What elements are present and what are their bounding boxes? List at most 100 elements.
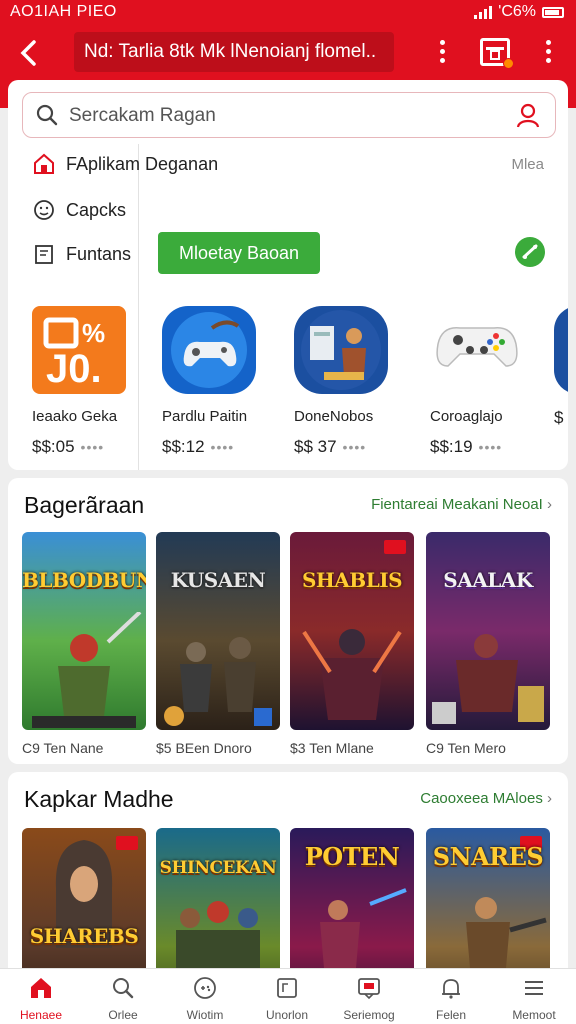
apps-card: Sercakam Ragan FAplikam Deganan Capcks F…	[8, 80, 568, 470]
tab-home[interactable]: Henaee	[0, 969, 82, 1024]
game-cover-title: SNARES	[432, 842, 544, 871]
featured-section: Bagerãraan Fientareai Meakani NeoaI › BL…	[8, 478, 568, 764]
more-link[interactable]: Mlea	[511, 156, 544, 173]
smile-icon	[34, 200, 54, 220]
home-icon	[34, 153, 54, 174]
status-time: AO1IAH PIEO	[10, 3, 117, 20]
app-name: Ieaako Geka	[32, 408, 118, 425]
warrior-art	[32, 612, 142, 728]
soldiers-art	[164, 637, 272, 726]
search-bar[interactable]: Sercakam Ragan	[22, 92, 556, 138]
overflow-menu-icon[interactable]	[544, 40, 552, 66]
app-item-partial[interactable]: $	[554, 306, 568, 428]
battle-art	[432, 634, 544, 724]
sidebar-item-home[interactable]: FAplikam Deganan	[32, 152, 218, 176]
partial-app-icon	[554, 306, 568, 394]
tab-label: Unorlon	[265, 1008, 309, 1022]
app-item[interactable]: Coroaglajo $$:19 ••••	[430, 306, 548, 457]
app-item[interactable]: DoneNobos $$ 37 ••••	[294, 306, 412, 457]
game-meta: C9 Ten Mero	[426, 740, 506, 756]
tab-label: Seriemog	[343, 1008, 395, 1022]
tab-notifications[interactable]: Felen	[410, 969, 492, 1024]
section-title: Kapkar Madhe	[24, 786, 174, 812]
game-card[interactable]: SHABLIS $3 Ten Mlane	[290, 532, 414, 756]
document-icon	[35, 245, 53, 264]
tab-label: Memoot	[512, 1008, 556, 1022]
svg-text:J0.: J0.	[46, 347, 102, 391]
svg-text:%: %	[82, 318, 105, 348]
search-input[interactable]: Sercakam Ragan	[69, 93, 216, 139]
tab-label: Henaee	[19, 1008, 63, 1022]
adventure-app-icon	[294, 306, 388, 394]
app-item[interactable]: % J0. Ieaako Geka $$:05 ••••	[32, 306, 150, 457]
folder-icon	[277, 978, 297, 998]
status-icons: 'C6%	[474, 3, 564, 21]
signal-icon	[474, 5, 493, 19]
controller-app-icon	[430, 306, 524, 394]
gamepad-app-icon	[162, 306, 256, 394]
tab-library[interactable]: Unorlon	[246, 969, 328, 1024]
chevron-right-icon: ›	[547, 790, 552, 807]
controller-icon	[436, 327, 518, 367]
character-icon	[301, 310, 381, 390]
game-cover-title: SAALAK	[443, 568, 533, 592]
check-icon	[522, 244, 538, 259]
gamepad-icon	[194, 977, 216, 999]
game-cover-title: KUSAEN	[170, 568, 266, 592]
game-meta: $3 Ten Mlane	[290, 740, 374, 756]
app-price: $	[554, 408, 564, 427]
tab-label: Orlee	[108, 1008, 138, 1022]
back-button[interactable]	[14, 36, 44, 70]
game-meta: $5 BEen Dnoro	[156, 740, 252, 756]
bell-icon	[442, 979, 460, 999]
app-item[interactable]: Pardlu Paitin $$:12 ••••	[162, 306, 280, 457]
section-link[interactable]: Caooxeea MAloes ›	[420, 790, 552, 807]
section-title: Bagerãraan	[24, 492, 145, 518]
tab-search[interactable]: Orlee	[82, 969, 164, 1024]
app-price: $$ 37 ••••	[294, 437, 367, 456]
game-card[interactable]: KUSAEN $5 BEen Dnoro	[156, 532, 280, 756]
app-price: $$:12 ••••	[162, 437, 235, 456]
sidebar-item-label: FAplikam Deganan	[66, 153, 219, 174]
game-cover-title: POTEN	[304, 842, 400, 871]
app-price: $$:19 ••••	[430, 437, 503, 456]
sidebar-item-label: Capcks	[66, 199, 127, 220]
app-name: Pardlu Paitin	[162, 408, 248, 425]
fighters-art	[320, 888, 407, 968]
game-card[interactable]: BLBODBUN C9 Ten Nane	[22, 532, 146, 756]
chevron-left-icon	[20, 40, 36, 66]
status-bar: AO1IAH PIEO 'C6%	[0, 0, 576, 26]
tab-menu[interactable]: Memoot	[492, 969, 576, 1024]
nav-bar: Nd: Tarlia 8tk Mk lNenoianj flomel..	[0, 26, 576, 82]
more-vertical-icon[interactable]	[438, 40, 446, 66]
game-cover: BLBODBUN	[22, 532, 146, 730]
section-link[interactable]: Fientareai Meakani NeoaI ›	[371, 496, 552, 513]
title-field[interactable]: Nd: Tarlia 8tk Mk lNenoianj flomel..	[74, 32, 394, 72]
promo-button[interactable]: Mloetay Baoan	[158, 232, 320, 274]
game-cover-title: SHABLIS	[301, 568, 403, 592]
bottom-nav: Henaee Orlee Wiotim Unorlon Seriemog Fel…	[0, 968, 576, 1024]
badge	[384, 540, 406, 554]
tab-messages[interactable]: Seriemog	[328, 969, 410, 1024]
sidebar-item-capcks[interactable]: Capcks	[32, 198, 126, 222]
user-icon[interactable]	[515, 102, 541, 128]
menu-icon	[525, 981, 543, 995]
game-meta: C9 Ten Nane	[22, 740, 104, 756]
home-icon	[31, 978, 51, 998]
game-cover-title: SHINCEKAN	[159, 858, 277, 878]
game-card[interactable]: SAALAK C9 Ten Mero	[426, 532, 550, 756]
tab-label: Felen	[435, 1008, 467, 1022]
search-icon	[36, 104, 58, 126]
notification-dot	[503, 58, 514, 69]
tab-games[interactable]: Wiotim	[164, 969, 246, 1024]
game-cover-title: BLBODBUN	[22, 568, 146, 592]
battery-icon	[542, 6, 564, 18]
popular-section: Kapkar Madhe Caooxeea MAloes › SHAREBS S…	[8, 772, 568, 1024]
app-name: Coroaglajo	[430, 408, 503, 425]
app-icon-discount: % J0.	[32, 306, 126, 394]
sidebar-item-label: Funtans	[66, 243, 132, 264]
app-price: $$:05 ••••	[32, 437, 105, 456]
chevron-right-icon: ›	[547, 496, 552, 513]
sidebar-item-funtans[interactable]: Funtans	[32, 242, 131, 266]
check-circle-icon[interactable]	[515, 237, 545, 267]
